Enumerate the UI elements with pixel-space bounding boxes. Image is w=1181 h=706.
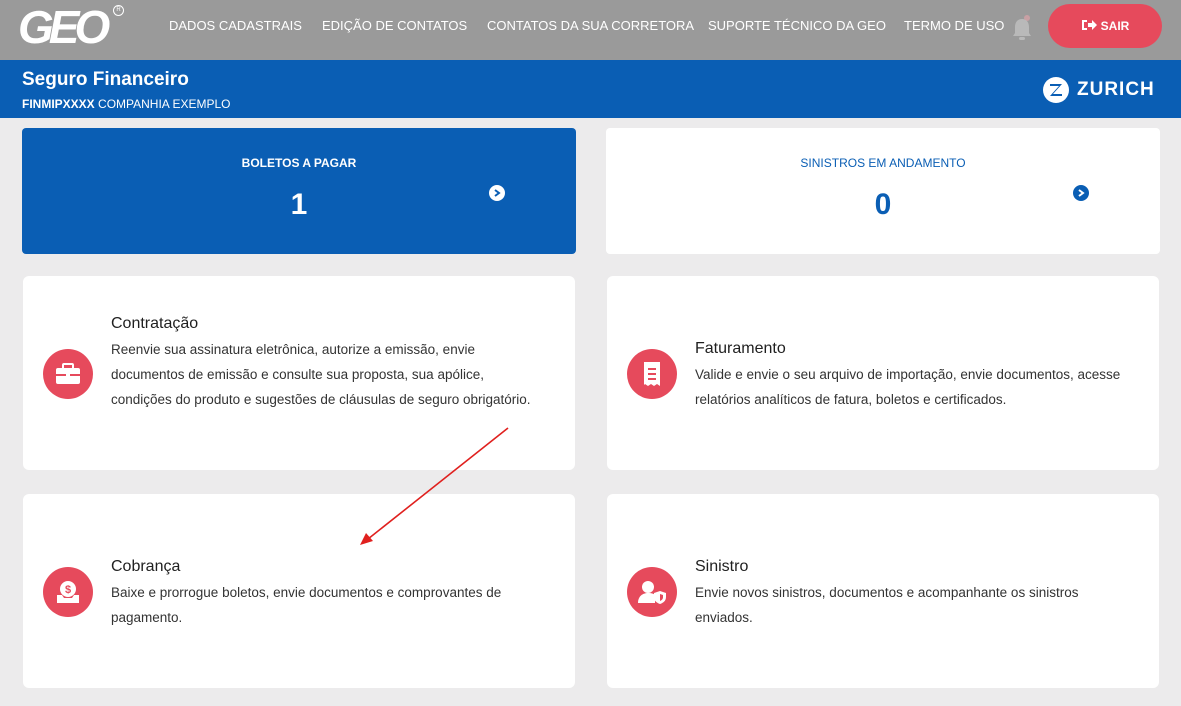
- svg-text:$: $: [65, 584, 71, 596]
- logout-label: SAIR: [1100, 19, 1130, 33]
- policy-code: FINMIPXXXX: [22, 97, 95, 111]
- boletos-a-pagar-card[interactable]: BOLETOS A PAGAR 1: [22, 128, 576, 254]
- zurich-logo: ZURICH: [1043, 76, 1155, 104]
- user-shield-icon: [627, 567, 677, 617]
- nav-link-contatos-corretora[interactable]: CONTATOS DA SUA CORRETORA: [487, 18, 694, 33]
- faturamento-card[interactable]: Faturamento Valide e envie o seu arquivo…: [607, 276, 1159, 470]
- insurer-name: ZURICH: [1077, 79, 1155, 100]
- nav-link-suporte-tecnico[interactable]: SUPORTE TÉCNICO DA GEO: [708, 18, 886, 33]
- contratacao-card[interactable]: Contratação Reenvie sua assinatura eletr…: [23, 276, 575, 470]
- card-description: Valide e envie o seu arquivo de importaç…: [695, 367, 1121, 407]
- boletos-label: BOLETOS A PAGAR: [241, 156, 357, 170]
- page-title: Seguro Financeiro: [22, 69, 189, 90]
- geo-logo[interactable]: GEO: [18, 4, 110, 50]
- product-header: Seguro Financeiro FINMIPXXXX COMPANHIA E…: [0, 60, 1181, 118]
- zurich-z-icon: [1043, 77, 1069, 103]
- briefcase-icon: [43, 349, 93, 399]
- sinistro-card[interactable]: Sinistro Envie novos sinistros, document…: [607, 494, 1159, 688]
- card-description: Reenvie sua assinatura eletrônica, autor…: [111, 342, 531, 407]
- chevron-right-circle-icon[interactable]: [489, 185, 505, 201]
- top-navigation: GEO R DADOS CADASTRAIS EDIÇÃO DE CONTATO…: [0, 0, 1181, 60]
- card-title: Cobrança: [111, 558, 181, 575]
- company-name: COMPANHIA EXEMPLO: [98, 97, 231, 111]
- sinistros-label: SINISTROS EM ANDAMENTO: [800, 156, 966, 170]
- card-description: Envie novos sinistros, documentos e acom…: [695, 585, 1079, 625]
- cobranca-card[interactable]: $ Cobrança Baixe e prorrogue boletos, en…: [23, 494, 575, 688]
- card-description: Baixe e prorrogue boletos, envie documen…: [111, 585, 502, 625]
- card-title: Sinistro: [695, 558, 749, 575]
- logout-button[interactable]: SAIR: [1048, 4, 1162, 48]
- registered-mark-icon: R: [113, 5, 124, 16]
- card-title: Faturamento: [695, 340, 786, 357]
- sinistros-em-andamento-card[interactable]: SINISTROS EM ANDAMENTO 0: [606, 128, 1160, 254]
- nav-link-termo-de-uso[interactable]: TERMO DE USO: [904, 18, 1004, 33]
- nav-link-edicao-de-contatos[interactable]: EDIÇÃO DE CONTATOS: [322, 18, 467, 33]
- receipt-icon: [627, 349, 677, 399]
- money-inbox-icon: $: [43, 567, 93, 617]
- bell-icon[interactable]: [1011, 14, 1033, 42]
- policy-subtitle: FINMIPXXXX COMPANHIA EXEMPLO: [22, 97, 231, 111]
- nav-link-dados-cadastrais[interactable]: DADOS CADASTRAIS: [169, 18, 302, 33]
- card-title: Contratação: [111, 315, 199, 332]
- sign-out-icon: [1081, 18, 1097, 35]
- chevron-right-circle-icon[interactable]: [1073, 185, 1089, 201]
